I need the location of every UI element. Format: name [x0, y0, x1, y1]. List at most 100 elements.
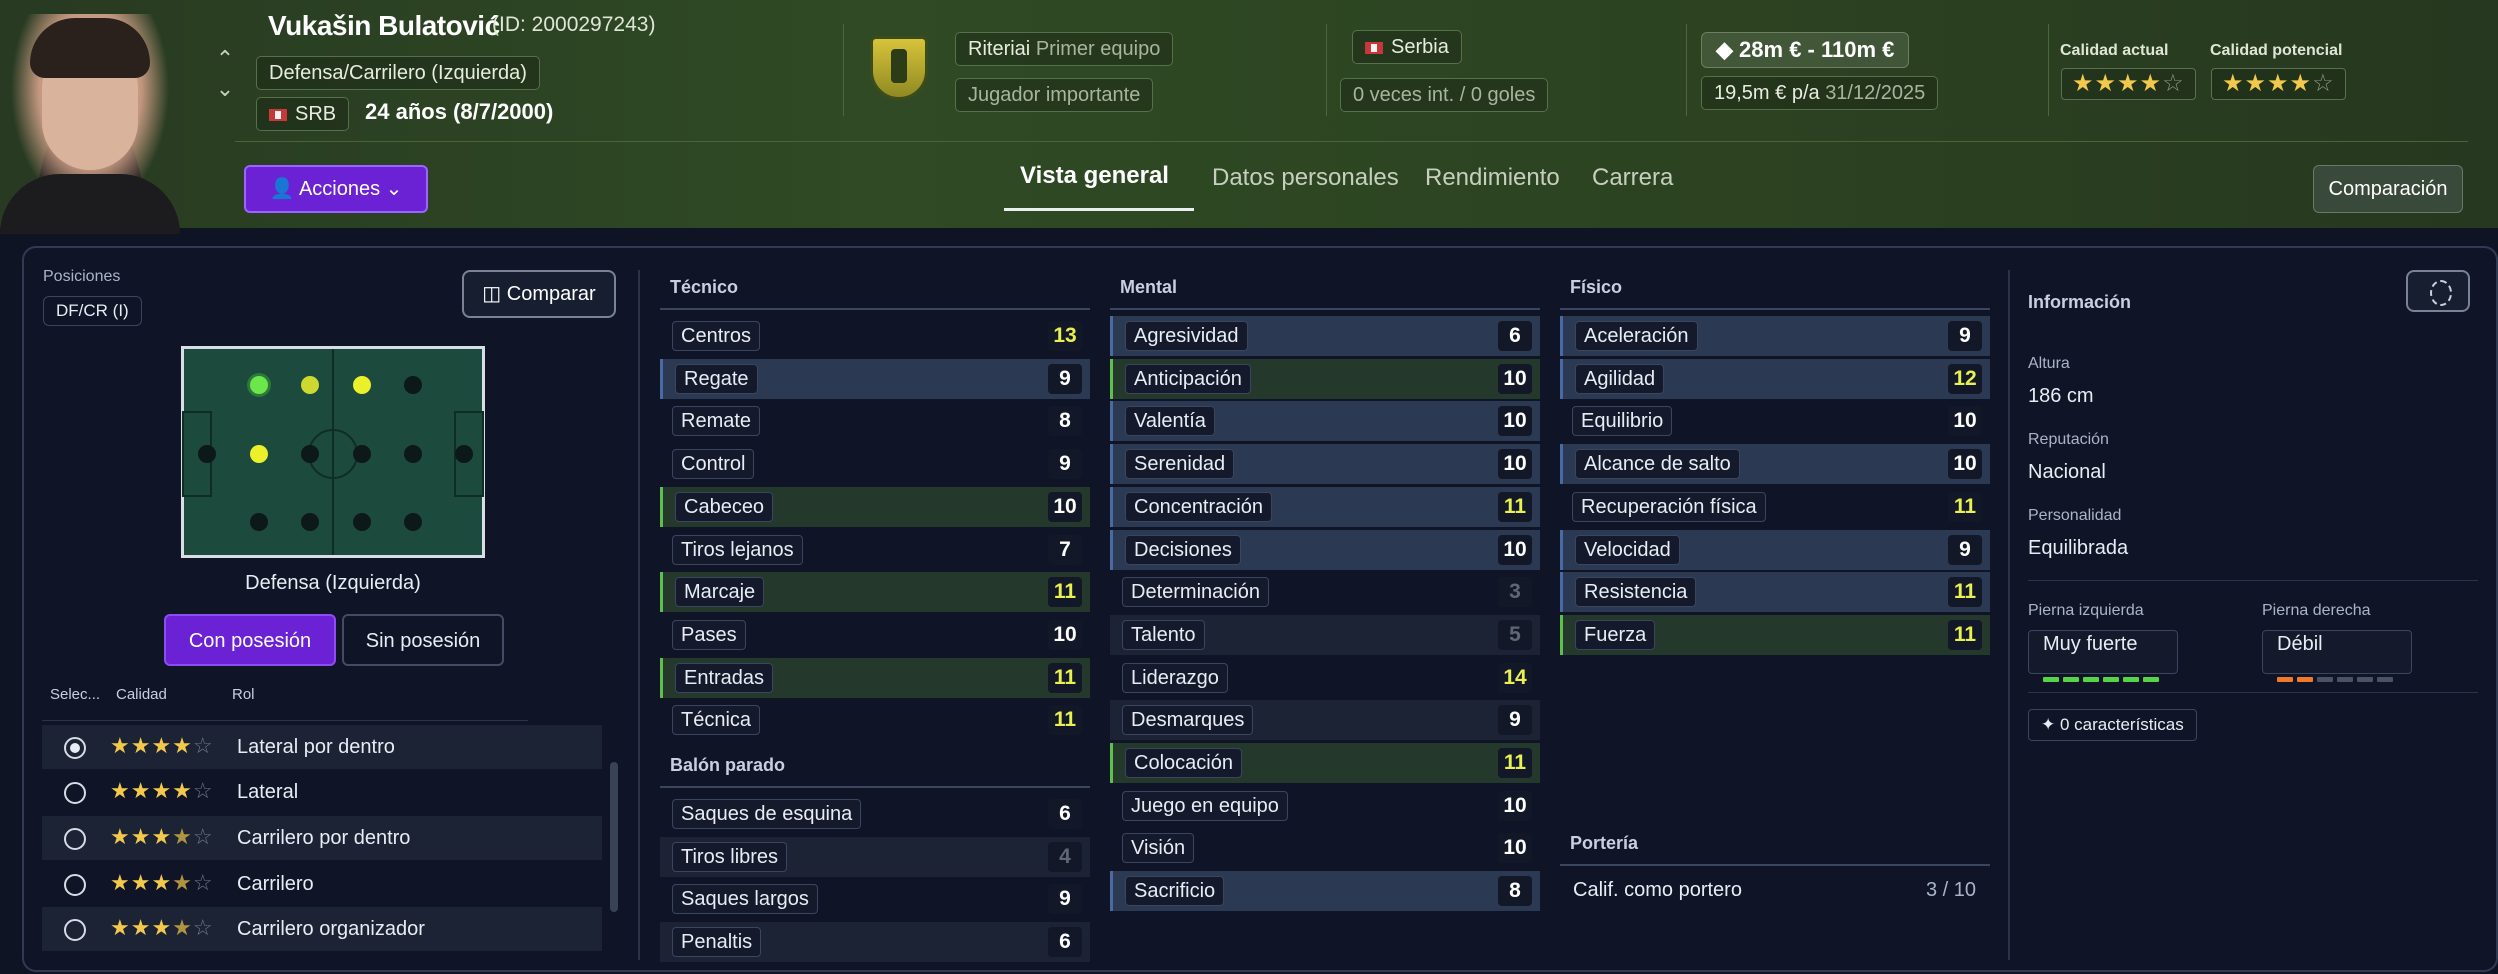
gk-rating-value: 3 / 10: [1926, 879, 1977, 901]
value-range: ◆ 28m € - 110m €: [1701, 32, 1910, 68]
profile-settings-icon[interactable]: [2406, 270, 2470, 312]
attribute-row[interactable]: Entradas 11: [660, 657, 1090, 698]
attribute-row[interactable]: Valentía 10: [1110, 401, 1540, 442]
position-dot[interactable]: [301, 513, 319, 531]
attribute-row[interactable]: Equilibrio 10: [1560, 401, 1990, 441]
attribute-row[interactable]: Agresividad 6: [1110, 316, 1540, 356]
position-dot[interactable]: [404, 445, 422, 463]
compare-positions-button[interactable]: ◫ Comparar: [462, 270, 616, 318]
role-row[interactable]: ★★★★☆ Carrilero organizador: [42, 907, 602, 951]
with-possession-button[interactable]: Con posesión: [164, 614, 336, 666]
attribute-name: Penaltis: [672, 927, 762, 958]
position-dot[interactable]: [353, 445, 371, 463]
position-dot[interactable]: [455, 445, 473, 463]
tab-career[interactable]: Carrera: [1592, 164, 1673, 192]
info-title: Información: [2028, 292, 2132, 312]
attribute-row[interactable]: Cabeceo 10: [660, 486, 1090, 527]
attribute-row[interactable]: Saques largos 9: [660, 879, 1090, 919]
attribute-row[interactable]: Sacrificio 8: [1110, 871, 1540, 912]
attribute-row[interactable]: Recuperación física 11: [1560, 487, 1990, 527]
roles-header-select[interactable]: Selec...: [50, 686, 100, 703]
role-radio[interactable]: [64, 828, 86, 850]
position-dot[interactable]: [301, 445, 319, 463]
attribute-row[interactable]: Saques de esquina 6: [660, 794, 1090, 834]
position-dot[interactable]: [250, 513, 268, 531]
left-foot-box: Muy fuerte: [2028, 630, 2178, 682]
tab-overview[interactable]: Vista general: [1020, 162, 1169, 190]
role-row[interactable]: ★★★★☆ Carrilero por dentro: [42, 816, 602, 860]
attribute-row[interactable]: Anticipación 10: [1110, 358, 1540, 399]
header-divider: [843, 24, 844, 116]
attribute-row[interactable]: Aceleración 9: [1560, 316, 1990, 356]
attribute-name: Pases: [672, 619, 746, 650]
tab-performance[interactable]: Rendimiento: [1425, 164, 1560, 192]
attribute-row[interactable]: Centros 13: [660, 316, 1090, 356]
position-dot[interactable]: [301, 376, 319, 394]
chevron-down-icon[interactable]: ⌄: [214, 74, 236, 104]
role-radio[interactable]: [64, 874, 86, 896]
position-dot[interactable]: [404, 376, 422, 394]
attribute-row[interactable]: Visión 10: [1110, 828, 1540, 868]
roles-header-role[interactable]: Rol: [232, 686, 255, 703]
attribute-name: Control: [672, 449, 755, 480]
potential-quality-label: Calidad potencial: [2210, 42, 2343, 59]
attribute-row[interactable]: Serenidad 10: [1110, 444, 1540, 485]
attribute-row[interactable]: Regate 9: [660, 358, 1090, 399]
attribute-row[interactable]: Marcaje 11: [660, 572, 1090, 613]
attribute-row[interactable]: Técnica 11: [660, 700, 1090, 740]
attribute-name: Tiros lejanos: [672, 534, 803, 565]
attribute-row[interactable]: Agilidad 12: [1560, 358, 1990, 399]
attribute-row[interactable]: Concentración 11: [1110, 486, 1540, 527]
attribute-row[interactable]: Juego en equipo 10: [1110, 786, 1540, 826]
roles-header-quality[interactable]: Calidad: [116, 686, 167, 703]
club-chip[interactable]: Riteriai Primer equipo: [955, 32, 1174, 66]
nation-chip[interactable]: Serbia: [1352, 30, 1462, 64]
attribute-row[interactable]: Tiros libres 4: [660, 836, 1090, 877]
position-dot[interactable]: [198, 445, 216, 463]
attribute-name: Marcaje: [675, 577, 765, 608]
without-possession-button[interactable]: Sin posesión: [342, 614, 504, 666]
role-stars: ★★★★☆: [110, 733, 214, 758]
photo-hair: [30, 18, 150, 78]
position-dot-best[interactable]: [250, 376, 268, 394]
role-row[interactable]: ★★★★☆ Lateral por dentro: [42, 725, 602, 769]
role-row[interactable]: ★★★★☆ Lateral: [42, 770, 602, 814]
attribute-value: 9: [1948, 321, 1982, 351]
attribute-name: Equilibrio: [1572, 406, 1673, 437]
attribute-row[interactable]: Pases 10: [660, 615, 1090, 655]
attribute-row[interactable]: Control 9: [660, 444, 1090, 484]
attribute-row[interactable]: Decisiones 10: [1110, 529, 1540, 570]
attribute-value: 6: [1048, 927, 1082, 958]
position-dot[interactable]: [404, 513, 422, 531]
role-radio[interactable]: [64, 737, 86, 759]
attribute-row[interactable]: Determinación 3: [1110, 572, 1540, 612]
attribute-value: 6: [1498, 321, 1532, 351]
attribute-row[interactable]: Resistencia 11: [1560, 572, 1990, 613]
sparkle-icon: ✦: [2041, 715, 2056, 734]
attribute-row[interactable]: Remate 8: [660, 401, 1090, 441]
position-dot[interactable]: [353, 513, 371, 531]
club-crest-icon[interactable]: [870, 36, 928, 100]
attribute-row[interactable]: Velocidad 9: [1560, 529, 1990, 570]
attribute-row[interactable]: Desmarques 9: [1110, 700, 1540, 741]
attribute-row[interactable]: Colocación 11: [1110, 743, 1540, 783]
actions-button[interactable]: 👤 Acciones ⌄: [244, 165, 428, 213]
role-radio[interactable]: [64, 919, 86, 941]
roles-scrollbar[interactable]: [610, 762, 618, 912]
contract-chip: 19,5m € p/a 31/12/2025: [1701, 76, 1939, 110]
role-radio[interactable]: [64, 782, 86, 804]
characteristics-button[interactable]: ✦ 0 características: [2028, 709, 2197, 741]
position-dot[interactable]: [250, 445, 268, 463]
attribute-row[interactable]: Tiros lejanos 7: [660, 530, 1090, 570]
role-row[interactable]: ★★★★☆ Carrilero: [42, 862, 602, 906]
position-dot[interactable]: [353, 376, 371, 394]
comparison-button[interactable]: Comparación: [2313, 165, 2463, 213]
attribute-row[interactable]: Penaltis 6: [660, 922, 1090, 963]
chevron-up-icon[interactable]: ⌃: [214, 44, 236, 74]
attribute-row[interactable]: Liderazgo 14: [1110, 658, 1540, 698]
attribute-row[interactable]: Alcance de salto 10: [1560, 444, 1990, 485]
attribute-row[interactable]: Fuerza 11: [1560, 614, 1990, 655]
tab-personal-data[interactable]: Datos personales: [1212, 164, 1399, 192]
attribute-row[interactable]: Talento 5: [1110, 614, 1540, 655]
foot-bar: [2297, 677, 2313, 682]
